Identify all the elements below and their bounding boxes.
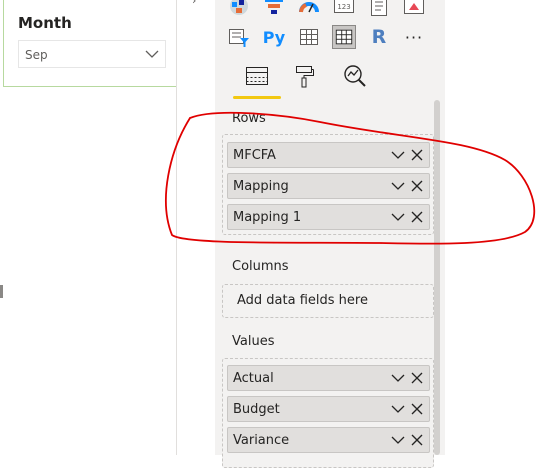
field-label: MFCFA — [233, 148, 276, 163]
kpi-icon[interactable] — [402, 0, 426, 18]
field-label: Mapping — [233, 179, 289, 194]
values-label: Values — [232, 334, 275, 349]
columns-label: Columns — [232, 259, 289, 274]
canvas-divider — [176, 0, 177, 455]
chevron-down-icon[interactable] — [391, 403, 405, 415]
funnel-icon[interactable] — [262, 0, 286, 18]
close-icon[interactable] — [411, 180, 423, 192]
collapse-arrow-icon[interactable]: › — [192, 0, 196, 7]
close-icon[interactable] — [411, 434, 423, 446]
rows-field-mapping-1[interactable]: Mapping 1 — [227, 204, 430, 230]
field-label: Actual — [233, 371, 274, 386]
chevron-down-icon[interactable] — [391, 149, 405, 161]
close-icon[interactable] — [411, 403, 423, 415]
columns-well[interactable]: Add data fields here — [222, 284, 434, 318]
values-field-actual[interactable]: Actual — [227, 365, 430, 391]
field-label: Budget — [233, 402, 280, 417]
table-icon[interactable] — [297, 25, 321, 49]
pane-scrollbar[interactable] — [434, 100, 440, 455]
rows-label: Rows — [232, 111, 266, 126]
active-tab-indicator — [233, 96, 281, 99]
r-visual-icon[interactable]: R — [367, 25, 391, 49]
chevron-down-icon[interactable] — [391, 180, 405, 192]
report-canvas[interactable]: Month Sep — [0, 0, 178, 455]
month-slicer[interactable]: Month Sep — [3, 0, 177, 87]
slicer-icon[interactable] — [227, 25, 251, 49]
field-label: Mapping 1 — [233, 210, 302, 225]
field-label: Variance — [233, 433, 290, 448]
rows-field-mapping[interactable]: Mapping — [227, 173, 430, 199]
slicer-dropdown[interactable]: Sep — [18, 40, 166, 68]
gauge-icon[interactable] — [297, 0, 321, 18]
close-icon[interactable] — [411, 372, 423, 384]
canvas-resize-handle[interactable] — [0, 285, 3, 298]
add-data-fields-placeholder: Add data fields here — [237, 293, 368, 308]
more-icon[interactable]: ··· — [402, 25, 426, 49]
values-field-variance[interactable]: Variance — [227, 427, 430, 453]
svg-text:123: 123 — [337, 3, 350, 11]
matrix-icon[interactable] — [332, 25, 356, 49]
chevron-down-icon[interactable] — [391, 434, 405, 446]
analytics-tab-icon[interactable] — [343, 64, 367, 88]
values-field-budget[interactable]: Budget — [227, 396, 430, 422]
waffle-map-icon[interactable] — [227, 0, 251, 18]
close-icon[interactable] — [411, 211, 423, 223]
slicer-title: Month — [18, 14, 72, 32]
chevron-down-icon[interactable] — [391, 211, 405, 223]
close-icon[interactable] — [411, 149, 423, 161]
rows-field-mfcfa[interactable]: MFCFA — [227, 142, 430, 168]
python-visual-icon[interactable]: Py — [262, 25, 286, 49]
slicer-selected-value: Sep — [25, 48, 48, 62]
format-tab-icon[interactable] — [292, 64, 316, 88]
card-icon[interactable]: 123 — [332, 0, 356, 18]
chevron-down-icon — [145, 50, 159, 58]
fields-tab-icon[interactable] — [245, 64, 269, 88]
multi-row-card-icon[interactable] — [367, 0, 391, 18]
chevron-down-icon[interactable] — [391, 372, 405, 384]
